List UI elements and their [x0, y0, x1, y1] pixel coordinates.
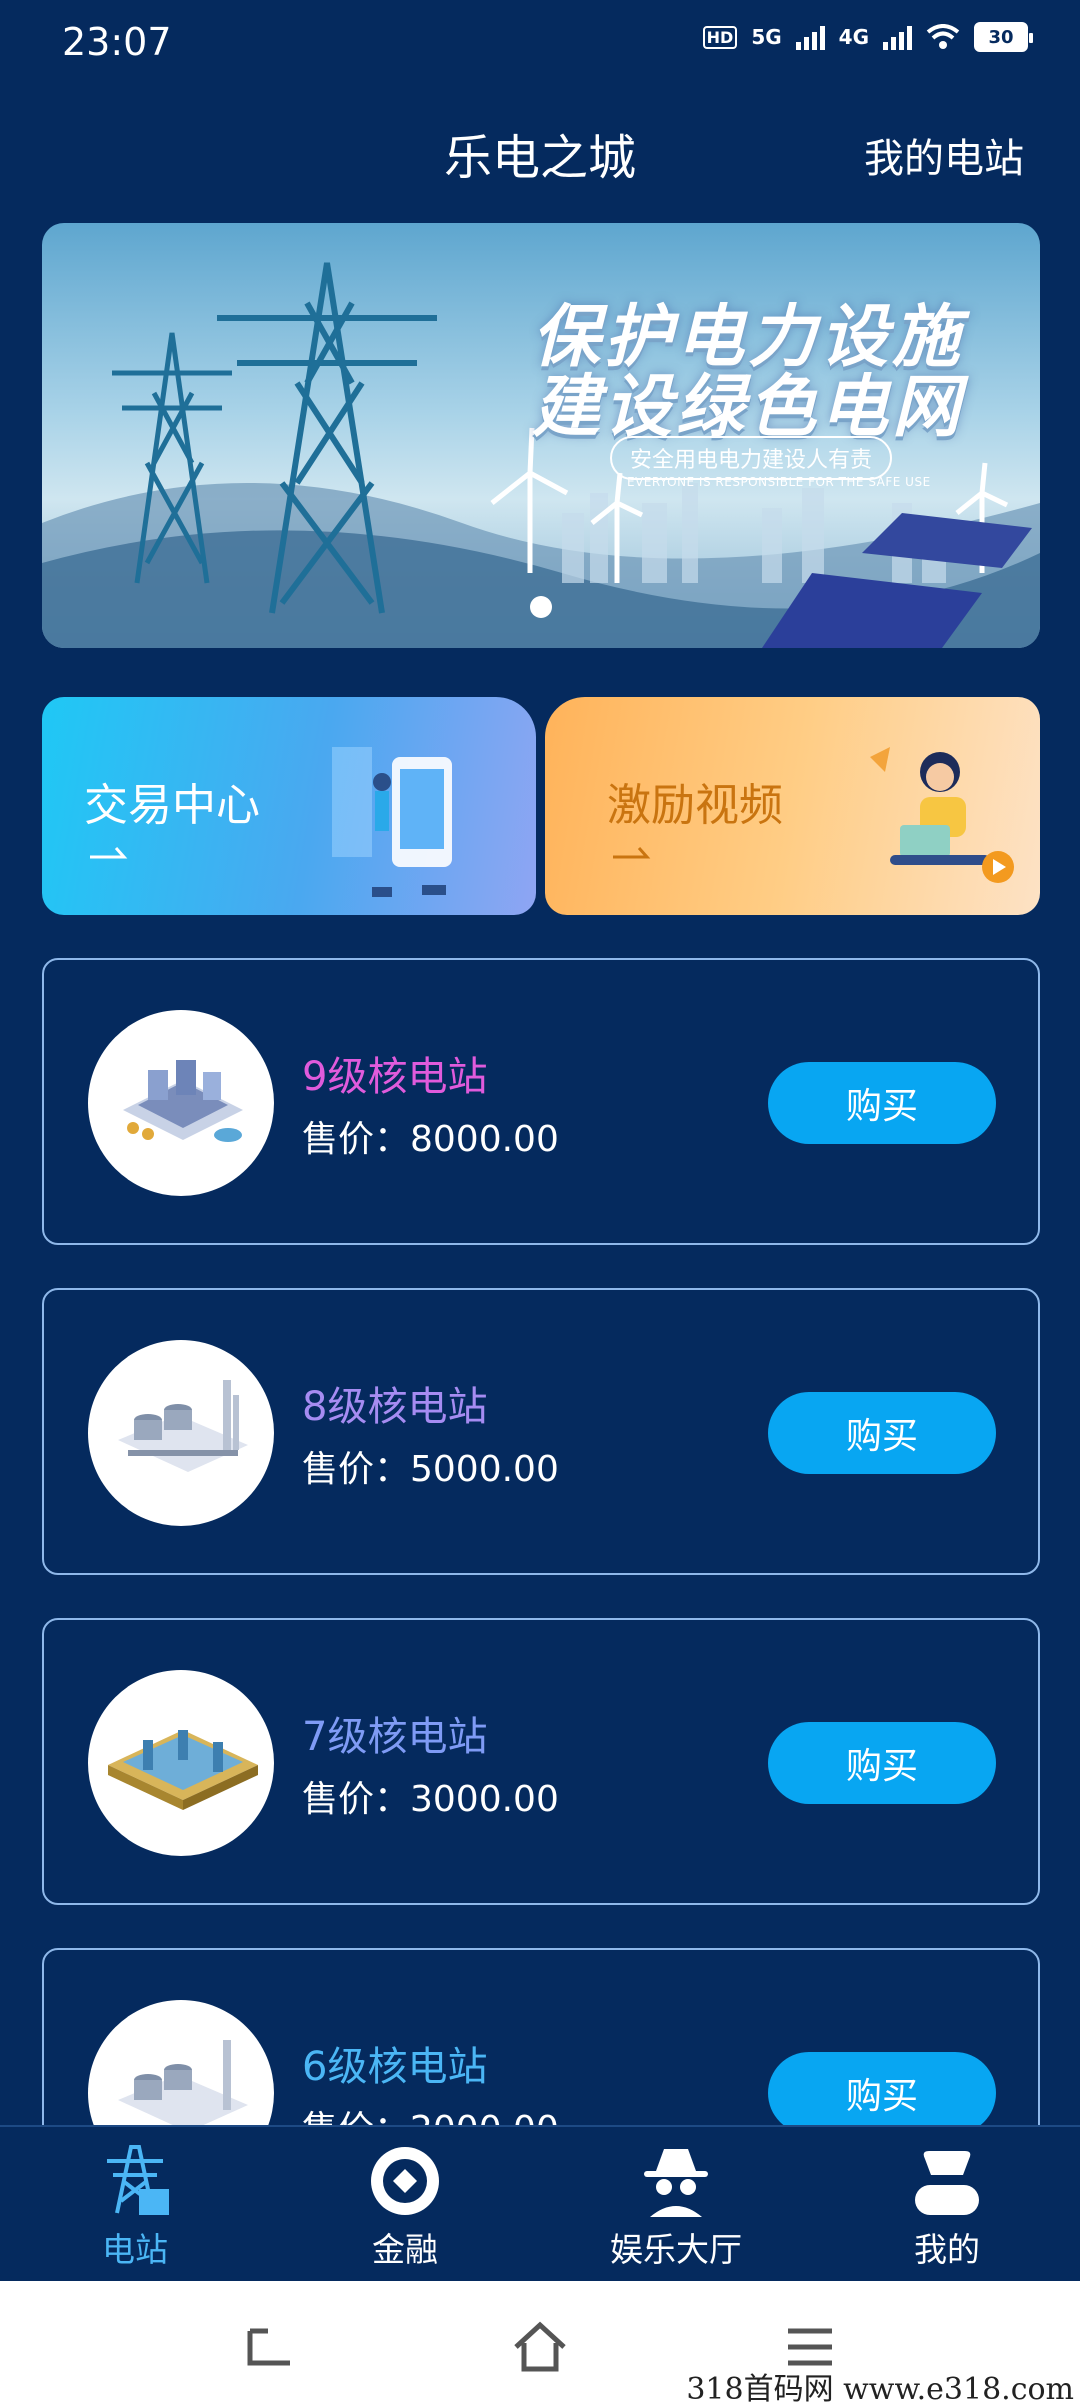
- buy-button[interactable]: 购买: [768, 2052, 996, 2134]
- status-bar: 23:07 HD 5G 4G 30: [0, 0, 1080, 90]
- wifi-icon: [926, 24, 960, 49]
- product-card: 7级核电站 售价：3000.00 购买: [42, 1618, 1040, 1905]
- banner-slogan: 安全用电电力建设人有责: [610, 436, 893, 480]
- product-price: 售价：3000.00: [302, 1779, 559, 1820]
- system-nav-bar: 318首码网 www.e318.com: [0, 2281, 1080, 2408]
- product-thumbnail: [88, 1340, 274, 1526]
- nav-item-finance[interactable]: 金融: [305, 2141, 505, 2271]
- home-icon[interactable]: [510, 2317, 570, 2377]
- nav-item-station[interactable]: 电站: [35, 2141, 235, 2271]
- product-name: 8级核电站: [302, 1384, 488, 1430]
- power-tower-icon: [107, 2145, 169, 2215]
- product-card: 8级核电站 售价：5000.00 购买: [42, 1288, 1040, 1575]
- trade-center-card[interactable]: 交易中心: [42, 697, 536, 915]
- nav-item-entertainment[interactable]: 娱乐大厅: [576, 2141, 776, 2271]
- carousel-indicator[interactable]: [530, 596, 552, 618]
- reward-video-label: 激励视频: [607, 780, 783, 831]
- finance-coin-icon: [371, 2147, 439, 2215]
- nav-label: 金融: [372, 2230, 438, 2269]
- buy-button[interactable]: 购买: [768, 1722, 996, 1804]
- product-price: 售价：5000.00: [302, 1449, 559, 1490]
- nuclear-plant-icon: [108, 1730, 258, 1810]
- trade-illustration-icon: [332, 747, 452, 897]
- buy-button[interactable]: 购买: [768, 1062, 996, 1144]
- signal-4g-icon: [883, 24, 912, 50]
- arrow-right-icon: [613, 847, 651, 859]
- nav-label: 电站: [102, 2230, 168, 2269]
- product-thumbnail: [88, 1670, 274, 1856]
- hd-icon: HD: [702, 25, 738, 49]
- promo-banner[interactable]: 保护电力设施 建设绿色电网 安全用电电力建设人有责 EVERYONE IS RE…: [42, 223, 1040, 648]
- signal-5g-label: 5G: [751, 25, 782, 49]
- back-icon[interactable]: [240, 2317, 300, 2377]
- trade-center-label: 交易中心: [84, 780, 260, 831]
- bottom-nav: 电站 金融 娱乐大厅 我的: [0, 2125, 1080, 2281]
- signal-4g-label: 4G: [838, 25, 869, 49]
- nuclear-plant-icon: [123, 1060, 243, 1142]
- buy-button[interactable]: 购买: [768, 1392, 996, 1474]
- product-name: 6级核电站: [302, 2044, 488, 2090]
- battery-icon: 30: [974, 22, 1033, 52]
- status-time: 23:07: [62, 20, 172, 64]
- arrow-right-icon: [90, 847, 128, 859]
- product-price: 售价：8000.00: [302, 1119, 559, 1160]
- product-card: 9级核电站 售价：8000.00 购买: [42, 958, 1040, 1245]
- signal-5g-icon: [795, 24, 825, 50]
- product-thumbnail: [88, 1010, 274, 1196]
- my-station-link[interactable]: 我的电站: [864, 126, 1024, 184]
- nav-label: 娱乐大厅: [610, 2230, 742, 2269]
- watermark: 318首码网 www.e318.com: [686, 2372, 1074, 2407]
- product-name: 9级核电站: [302, 1054, 488, 1100]
- nav-label: 我的: [914, 2230, 980, 2269]
- spy-hat-icon: [644, 2149, 708, 2217]
- reward-video-card[interactable]: 激励视频: [545, 697, 1040, 915]
- user-icon: [915, 2151, 979, 2215]
- banner-subtext: EVERYONE IS RESPONSIBLE FOR THE SAFE USE: [627, 475, 931, 489]
- status-icons: HD 5G 4G 30: [702, 22, 1033, 52]
- nav-item-mine[interactable]: 我的: [847, 2141, 1047, 2271]
- nuclear-plant-icon: [118, 1380, 248, 1472]
- product-name: 7级核电站: [302, 1714, 488, 1760]
- video-illustration-icon: [870, 747, 1014, 883]
